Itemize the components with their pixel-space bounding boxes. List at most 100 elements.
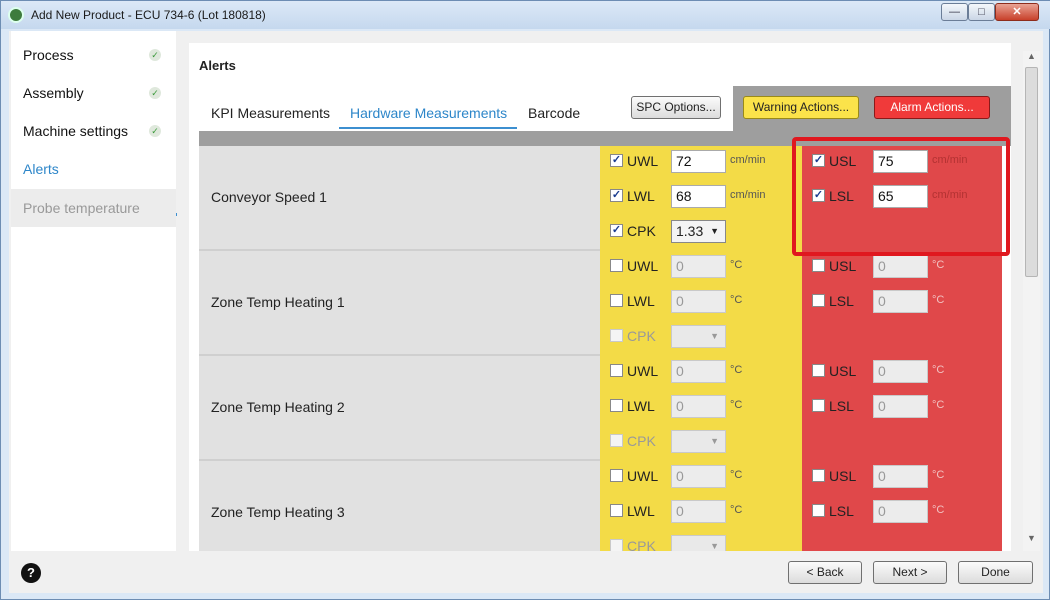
- tab-hardware-measurements[interactable]: Hardware Measurements: [350, 105, 507, 121]
- lwl-input: 0: [671, 500, 726, 523]
- spc-options-button[interactable]: SPC Options...: [631, 96, 721, 119]
- cpk-label: CPK: [627, 538, 656, 551]
- usl-unit: °C: [932, 259, 945, 271]
- usl-checkbox[interactable]: [812, 469, 825, 482]
- minimize-button[interactable]: —: [941, 3, 968, 21]
- measurement-name: Zone Temp Heating 1: [211, 294, 345, 310]
- active-tab-indicator: [339, 127, 517, 129]
- cpk-select[interactable]: 1.33 ▼: [671, 220, 726, 243]
- tab-kpi-measurements[interactable]: KPI Measurements: [211, 105, 330, 121]
- lwl-input[interactable]: 68: [671, 185, 726, 208]
- cpk-select: ▼: [671, 430, 726, 453]
- uwl-unit: °C: [730, 259, 743, 271]
- sidebar-item-label: Process: [23, 47, 74, 63]
- cpk-checkbox: [610, 434, 623, 447]
- warning-limits-cell: ✓ UWL 72 cm/min ✓ LWL 68 cm/min ✓ CPK 1.…: [600, 146, 802, 251]
- lwl-unit: °C: [730, 504, 743, 516]
- lwl-checkbox[interactable]: [610, 504, 623, 517]
- usl-input: 0: [873, 360, 928, 383]
- measurement-name: Zone Temp Heating 3: [211, 504, 345, 520]
- sidebar-item-process[interactable]: Process ✓: [11, 36, 176, 74]
- lsl-checkbox[interactable]: [812, 294, 825, 307]
- check-icon: ✓: [149, 125, 161, 137]
- lwl-label: LWL: [627, 503, 655, 519]
- title-bar: Add New Product - ECU 734-6 (Lot 180818)…: [1, 1, 1050, 29]
- measurement-name: Zone Temp Heating 2: [211, 399, 345, 415]
- sidebar-item-label: Assembly: [23, 85, 84, 101]
- measurement-row: Zone Temp Heating 3 UWL 0 °C LWL 0 °C CP…: [199, 461, 1011, 551]
- tab-barcode[interactable]: Barcode: [528, 105, 580, 121]
- vertical-scrollbar[interactable]: ▲ ▼: [1023, 51, 1040, 551]
- chevron-down-icon: ▼: [710, 226, 719, 236]
- uwl-input: 0: [671, 360, 726, 383]
- sidebar-item-assembly[interactable]: Assembly ✓: [11, 74, 176, 112]
- alarm-limits-cell: USL 0 °C LSL 0 °C: [802, 251, 1002, 356]
- row-name-cell: Zone Temp Heating 3: [199, 461, 600, 551]
- warning-limits-cell: UWL 0 °C LWL 0 °C CPK ▼: [600, 251, 802, 356]
- sidebar-item-label: Alerts: [23, 161, 59, 177]
- lsl-unit: °C: [932, 399, 945, 411]
- back-button[interactable]: < Back: [788, 561, 862, 584]
- lsl-label: LSL: [829, 503, 854, 519]
- uwl-unit: °C: [730, 364, 743, 376]
- next-button[interactable]: Next >: [873, 561, 947, 584]
- app-icon: [8, 7, 24, 23]
- lwl-input: 0: [671, 395, 726, 418]
- done-button[interactable]: Done: [958, 561, 1033, 584]
- alerts-panel: Alerts KPI Measurements Hardware Measure…: [189, 43, 1011, 551]
- lwl-input: 0: [671, 290, 726, 313]
- chevron-down-icon: ▼: [710, 436, 719, 446]
- cpk-checkbox[interactable]: ✓: [610, 224, 623, 237]
- lwl-checkbox[interactable]: [610, 294, 623, 307]
- lsl-checkbox[interactable]: [812, 399, 825, 412]
- lwl-label: LWL: [627, 398, 655, 414]
- uwl-input[interactable]: 72: [671, 150, 726, 173]
- scroll-down-icon[interactable]: ▼: [1027, 533, 1036, 543]
- help-icon[interactable]: ?: [21, 563, 41, 583]
- scroll-thumb[interactable]: [1025, 67, 1038, 277]
- close-button[interactable]: ✕: [995, 3, 1039, 21]
- cpk-select: ▼: [671, 325, 726, 348]
- lwl-label: LWL: [627, 293, 655, 309]
- uwl-input: 0: [671, 255, 726, 278]
- cpk-select: ▼: [671, 535, 726, 551]
- cpk-checkbox: [610, 329, 623, 342]
- alarm-actions-button[interactable]: Alarm Actions...: [874, 96, 990, 119]
- client-area: Process ✓ Assembly ✓ Machine settings ✓ …: [9, 31, 1043, 593]
- alarm-limits-cell: USL 0 °C LSL 0 °C: [802, 461, 1002, 551]
- sidebar-item-machine-settings[interactable]: Machine settings ✓: [11, 112, 176, 150]
- uwl-checkbox[interactable]: [610, 469, 623, 482]
- scroll-up-icon[interactable]: ▲: [1027, 51, 1036, 61]
- chevron-down-icon: ▼: [710, 541, 719, 551]
- usl-label: USL: [829, 468, 857, 484]
- lwl-unit: °C: [730, 294, 743, 306]
- lsl-input: 0: [873, 395, 928, 418]
- measurement-row: Zone Temp Heating 2 UWL 0 °C LWL 0 °C CP…: [199, 356, 1011, 461]
- lwl-unit: cm/min: [730, 189, 766, 201]
- warning-actions-button[interactable]: Warning Actions...: [743, 96, 859, 119]
- sidebar-item-alerts[interactable]: Alerts: [11, 150, 176, 188]
- usl-checkbox[interactable]: [812, 259, 825, 272]
- uwl-checkbox[interactable]: ✓: [610, 154, 623, 167]
- lsl-unit: °C: [932, 504, 945, 516]
- usl-label: USL: [829, 258, 857, 274]
- maximize-button[interactable]: □: [968, 3, 995, 21]
- cpk-select-value: 1.33: [676, 223, 704, 239]
- wizard-steps-sidebar: Process ✓ Assembly ✓ Machine settings ✓ …: [11, 31, 177, 551]
- lsl-unit: °C: [932, 294, 945, 306]
- chevron-down-icon: ▼: [710, 331, 719, 341]
- uwl-label: UWL: [627, 363, 659, 379]
- uwl-checkbox[interactable]: [610, 364, 623, 377]
- lsl-checkbox[interactable]: [812, 504, 825, 517]
- application-window: Add New Product - ECU 734-6 (Lot 180818)…: [0, 0, 1050, 600]
- usl-checkbox[interactable]: [812, 364, 825, 377]
- lwl-checkbox[interactable]: ✓: [610, 189, 623, 202]
- cpk-label: CPK: [627, 433, 656, 449]
- usl-input: 0: [873, 255, 928, 278]
- uwl-checkbox[interactable]: [610, 259, 623, 272]
- usl-unit: °C: [932, 364, 945, 376]
- usl-label: USL: [829, 363, 857, 379]
- cpk-label: CPK: [627, 223, 656, 239]
- lwl-checkbox[interactable]: [610, 399, 623, 412]
- check-icon: ✓: [149, 49, 161, 61]
